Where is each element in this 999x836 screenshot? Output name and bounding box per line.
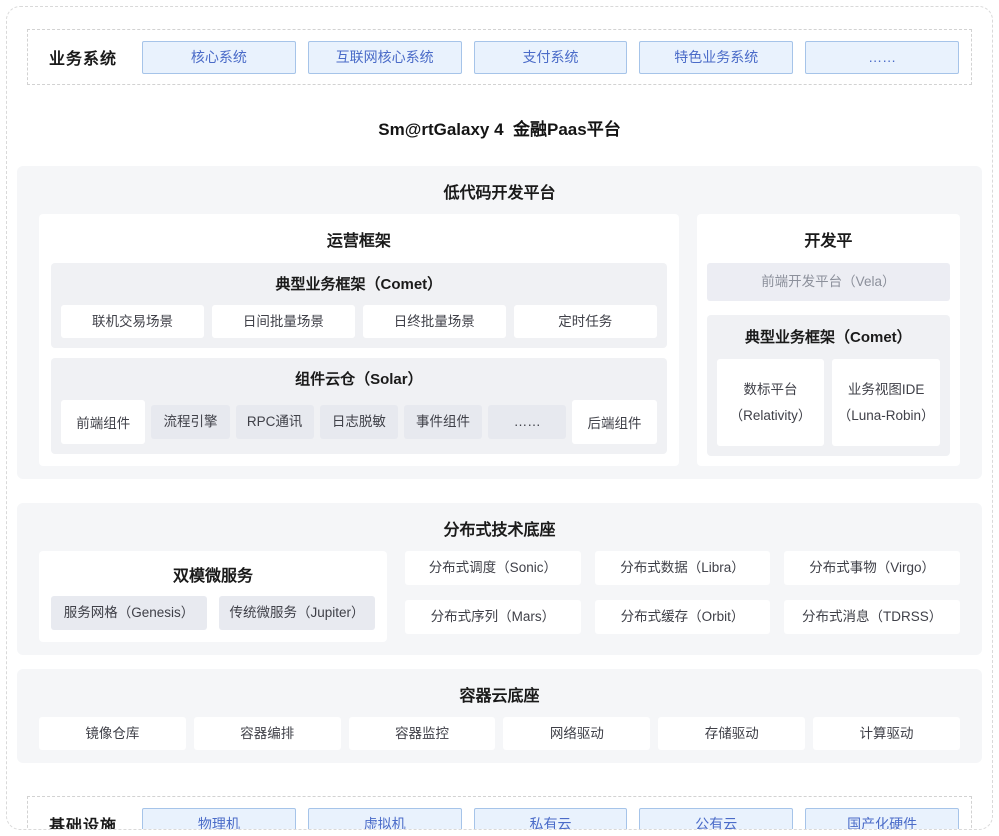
dev-comet-items-row: 数标平台 （Relativity）业务视图IDE （Luna-Robin）	[717, 359, 940, 446]
comet-item: 日间批量场景	[212, 305, 355, 338]
solar-warehouse-box: 组件云仓（Solar） 前端组件流程引擎RPC通讯日志脱敏事件组件……后端组件	[51, 358, 667, 454]
distributed-base-title: 分布式技术底座	[39, 516, 960, 540]
distributed-item: 分布式事物（Virgo）	[784, 551, 960, 585]
dev-platform-box: 开发平 前端开发平台（Vela） 典型业务框架（Comet） 数标平台 （Rel…	[697, 214, 960, 466]
infrastructure-chip: 公有云	[639, 808, 793, 831]
distributed-item: 分布式消息（TDRSS）	[784, 600, 960, 634]
business-systems-chip-row: 核心系统互联网核心系统支付系统特色业务系统 ……	[142, 41, 959, 74]
infrastructure-chip: 私有云	[474, 808, 628, 831]
dev-comet-framework-box: 典型业务框架（Comet） 数标平台 （Relativity）业务视图IDE （…	[707, 315, 950, 456]
infrastructure-chip: 国产化硬件	[805, 808, 959, 831]
lowcode-platform-title: 低代码开发平台	[39, 179, 960, 203]
container-cloud-item: 容器监控	[349, 717, 496, 750]
lowcode-platform-body: 运营框架 典型业务框架（Comet） 联机交易场景日间批量场景日终批量场景定时任…	[39, 214, 960, 466]
solar-item: 后端组件	[572, 400, 656, 444]
distributed-items-grid: 分布式调度（Sonic） 分布式数据（Libra） 分布式事物（Virgo） 分布式序…	[405, 551, 960, 642]
container-cloud-title: 容器云底座	[39, 682, 960, 706]
solar-item: 事件组件	[404, 405, 482, 439]
comet-item: 定时任务	[514, 305, 657, 338]
business-system-chip: ……	[805, 41, 959, 74]
distributed-base-section: 分布式技术底座 双模微服务 服务网格（Genesis） 传统微服务（Jupiter…	[17, 503, 982, 655]
comet-item: 联机交易场景	[61, 305, 204, 338]
comet-items-row: 联机交易场景日间批量场景日终批量场景定时任务	[61, 305, 657, 338]
dev-platform-title: 开发平	[707, 214, 950, 263]
comet-item: 日终批量场景	[363, 305, 506, 338]
solar-warehouse-title: 组件云仓（Solar）	[61, 358, 657, 400]
container-cloud-section: 容器云底座 镜像仓库容器编排容器监控网络驱动存储驱动计算驱动	[17, 669, 982, 763]
business-system-chip: 互联网核心系统	[308, 41, 462, 74]
distributed-base-body: 双模微服务 服务网格（Genesis） 传统微服务（Jupiter） 分布式调度（…	[39, 551, 960, 642]
solar-item: RPC通讯	[236, 405, 314, 439]
infrastructure-section: 基础设施 物理机虚拟机私有云公有云国产化硬件	[27, 796, 972, 830]
container-cloud-items-row: 镜像仓库容器编排容器监控网络驱动存储驱动计算驱动	[39, 717, 960, 750]
vela-frontend-platform-chip: 前端开发平台（Vela）	[707, 263, 950, 301]
container-cloud-item: 镜像仓库	[39, 717, 186, 750]
dev-comet-item: 数标平台 （Relativity）	[717, 359, 825, 446]
distributed-item: 分布式序列（Mars）	[405, 600, 581, 634]
distributed-item: 分布式调度（Sonic）	[405, 551, 581, 585]
infrastructure-chip-row: 物理机虚拟机私有云公有云国产化硬件	[142, 808, 959, 831]
business-system-chip: 支付系统	[474, 41, 628, 74]
business-system-chip: 特色业务系统	[639, 41, 793, 74]
dual-microservice-chip: 服务网格（Genesis）	[51, 596, 207, 630]
distributed-item: 分布式缓存（Orbit）	[595, 600, 771, 634]
distributed-item: 分布式数据（Libra）	[595, 551, 771, 585]
business-systems-section: 业务系统 核心系统互联网核心系统支付系统特色业务系统 ……	[27, 29, 972, 85]
comet-framework-title: 典型业务框架（Comet）	[61, 263, 657, 305]
comet-framework-box: 典型业务框架（Comet） 联机交易场景日间批量场景日终批量场景定时任务	[51, 263, 667, 348]
infrastructure-chip: 物理机	[142, 808, 296, 831]
operation-frame-title: 运营框架	[51, 214, 667, 263]
dual-microservice-title: 双模微服务	[51, 551, 375, 596]
operation-frame-box: 运营框架 典型业务框架（Comet） 联机交易场景日间批量场景日终批量场景定时任…	[39, 214, 679, 466]
lowcode-platform-section: 低代码开发平台 运营框架 典型业务框架（Comet） 联机交易场景日间批量场景日…	[17, 166, 982, 479]
platform-architecture-diagram: 业务系统 核心系统互联网核心系统支付系统特色业务系统 …… Sm@rtGalaxy…	[6, 6, 993, 830]
dual-microservice-chip: 传统微服务（Jupiter）	[219, 596, 375, 630]
dev-comet-framework-title: 典型业务框架（Comet）	[717, 315, 940, 359]
solar-items-row: 前端组件流程引擎RPC通讯日志脱敏事件组件……后端组件	[61, 400, 657, 444]
business-systems-label: 业务系统	[40, 45, 126, 69]
dual-microservice-box: 双模微服务 服务网格（Genesis） 传统微服务（Jupiter）	[39, 551, 387, 642]
dev-comet-item: 业务视图IDE （Luna-Robin）	[832, 359, 940, 446]
infrastructure-chip: 虚拟机	[308, 808, 462, 831]
solar-item: ……	[488, 405, 566, 439]
business-system-chip: 核心系统	[142, 41, 296, 74]
solar-item: 流程引擎	[151, 405, 229, 439]
container-cloud-item: 计算驱动	[813, 717, 960, 750]
infrastructure-label: 基础设施	[40, 812, 126, 830]
dual-microservice-chip-row: 服务网格（Genesis） 传统微服务（Jupiter）	[51, 596, 375, 630]
solar-item: 前端组件	[61, 400, 145, 444]
solar-item: 日志脱敏	[320, 405, 398, 439]
container-cloud-item: 存储驱动	[658, 717, 805, 750]
page-title: Sm@rtGalaxy 4 金融Paas平台	[7, 115, 992, 140]
container-cloud-item: 网络驱动	[503, 717, 650, 750]
container-cloud-item: 容器编排	[194, 717, 341, 750]
